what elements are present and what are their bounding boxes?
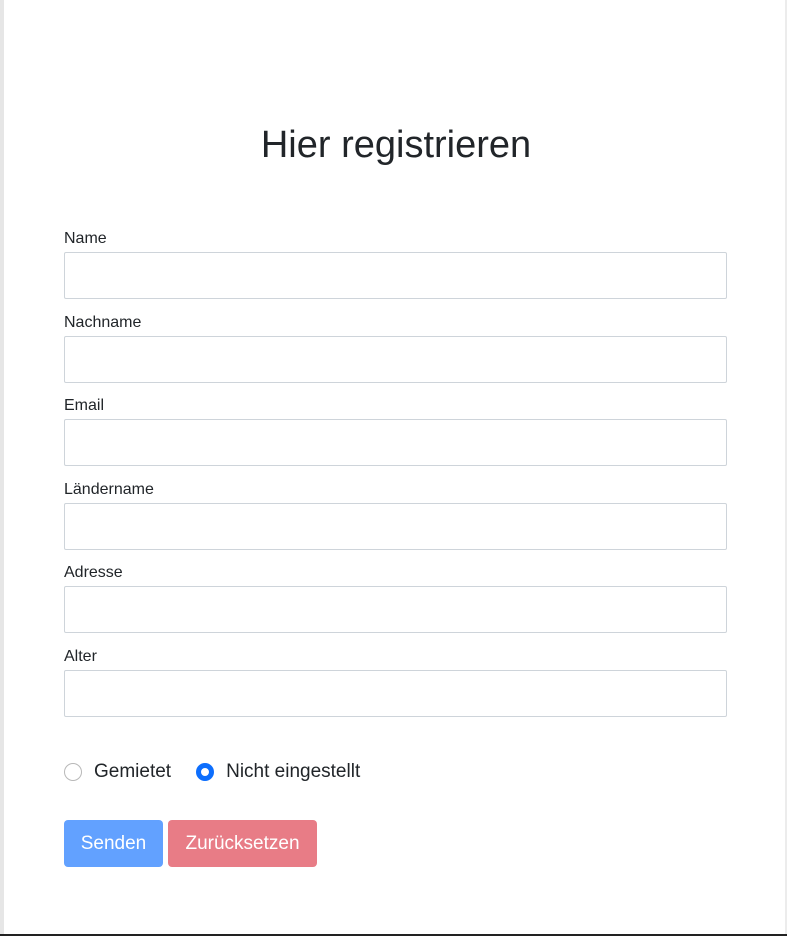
page-title: Hier registrieren [260,124,532,166]
radio-nicht-eingestellt[interactable]: Nicht eingestellt [196,761,360,783]
reset-button[interactable]: Zurücksetzen [168,820,317,867]
adresse-input[interactable] [64,586,727,633]
radio-unchecked-icon[interactable] [64,763,82,781]
radio-gemietet[interactable]: Gemietet [64,761,171,783]
nachname-label: Nachname [64,314,142,331]
name-input[interactable] [64,252,727,299]
alter-input[interactable] [64,670,727,717]
name-label: Name [64,230,107,247]
adresse-label: Adresse [64,564,123,581]
radio-gemietet-label: Gemietet [94,761,172,782]
status-radio-group: Gemietet Nicht eingestellt [64,761,385,783]
nachname-field-group: Nachname [64,314,727,383]
nachname-input[interactable] [64,336,727,383]
radio-nicht-eingestellt-label: Nicht eingestellt [226,761,361,782]
alter-label: Alter [64,648,97,665]
email-field-group: Email [64,397,727,466]
alter-field-group: Alter [64,648,727,717]
laendername-field-group: Ländername [64,481,727,550]
name-field-group: Name [64,230,727,299]
email-label: Email [64,397,105,414]
laendername-label: Ländername [64,481,154,498]
laendername-input[interactable] [64,503,727,550]
email-input[interactable] [64,419,727,466]
submit-button[interactable]: Senden [64,820,163,867]
adresse-field-group: Adresse [64,564,727,633]
radio-checked-icon[interactable] [196,763,215,781]
